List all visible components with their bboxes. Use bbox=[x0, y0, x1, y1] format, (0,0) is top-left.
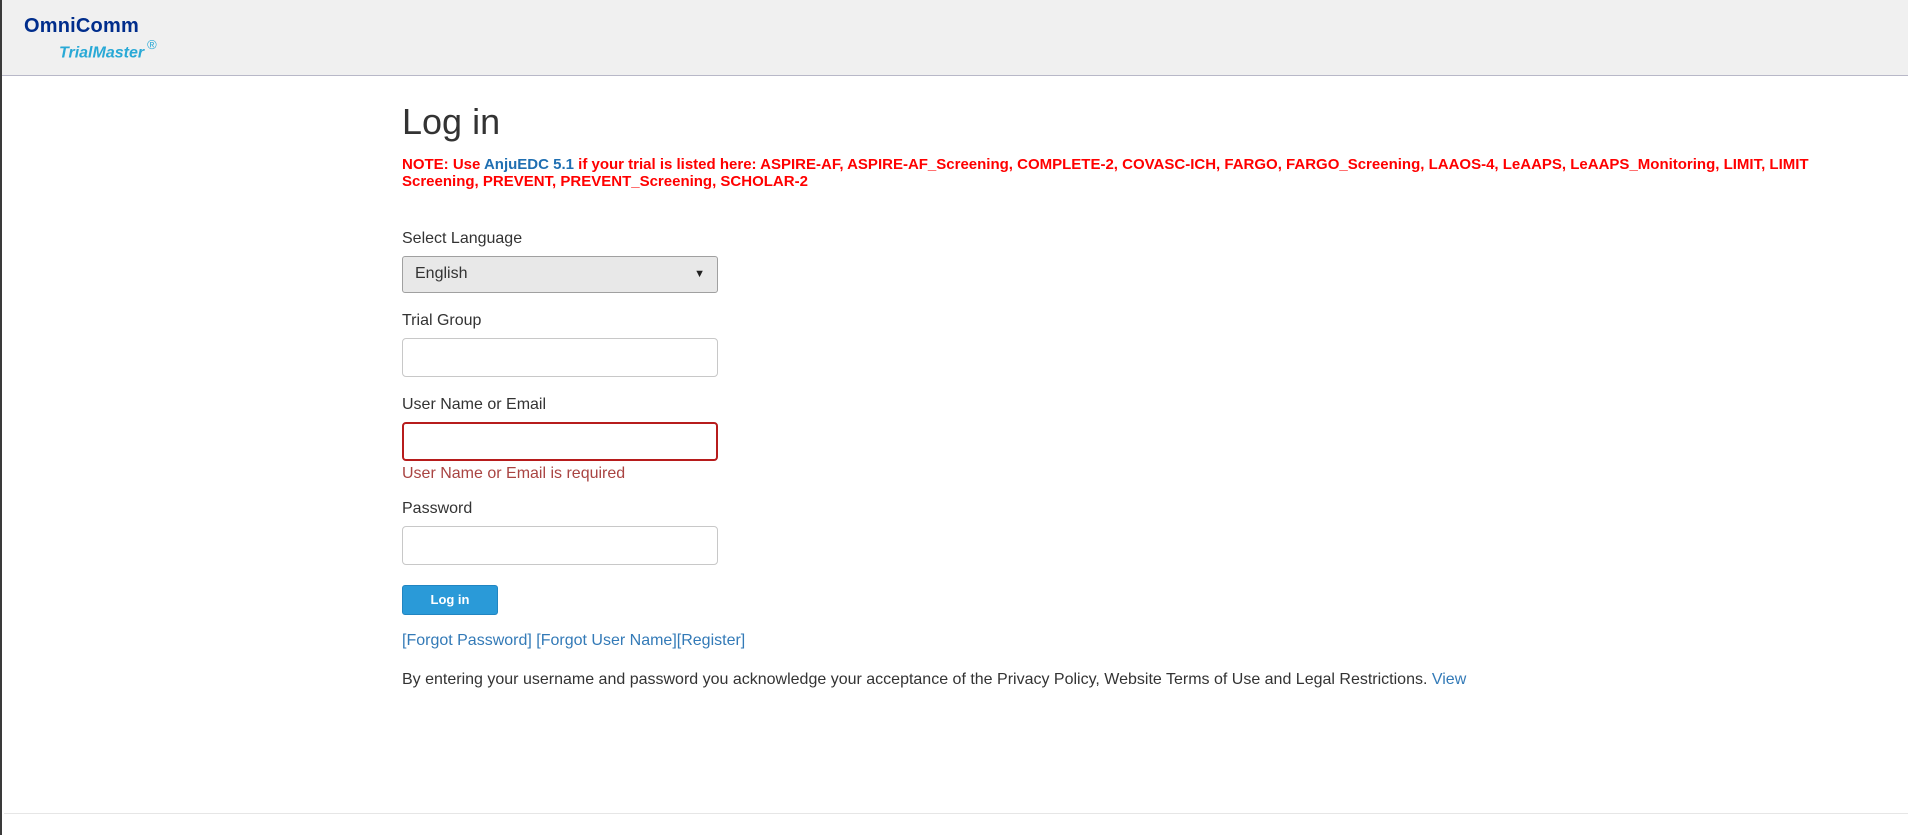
legal-notice: By entering your username and password y… bbox=[402, 671, 1466, 689]
forgot-username-link[interactable]: [Forgot User Name] bbox=[536, 632, 676, 649]
trial-group-field-group: Trial Group bbox=[402, 312, 718, 377]
legal-text: By entering your username and password y… bbox=[402, 671, 1432, 688]
page-title: Log in bbox=[402, 101, 501, 142]
registered-mark: ® bbox=[147, 37, 157, 52]
app-header: OmniComm TrialMaster ® bbox=[2, 0, 1908, 76]
password-input[interactable] bbox=[402, 526, 718, 565]
login-panel: Log in NOTE: Use AnjuEDC 5.1 if your tri… bbox=[402, 100, 1902, 688]
footer-divider bbox=[4, 813, 1908, 814]
trial-notice: NOTE: Use AnjuEDC 5.1 if your trial is l… bbox=[402, 156, 1887, 190]
legal-view-link[interactable]: View bbox=[1432, 671, 1466, 688]
account-links: [Forgot Password] [Forgot User Name][Reg… bbox=[402, 632, 745, 650]
trial-group-label: Trial Group bbox=[402, 312, 482, 329]
trial-notice-prefix: NOTE: Use bbox=[402, 156, 484, 174]
brand-logo-product: TrialMaster ® bbox=[59, 37, 157, 62]
chevron-down-icon: ▼ bbox=[694, 268, 705, 280]
password-label: Password bbox=[402, 500, 473, 517]
password-field-group: Password bbox=[402, 500, 718, 565]
language-select[interactable]: English ▼ bbox=[402, 256, 718, 293]
page-frame: OmniComm TrialMaster ® Log in NOTE: Use A… bbox=[0, 0, 1908, 835]
username-field-group: User Name or Email User Name or Email is… bbox=[402, 396, 718, 483]
username-input[interactable] bbox=[402, 422, 718, 461]
anjuedc-link[interactable]: AnjuEDC 5.1 bbox=[484, 156, 574, 173]
brand-product-text: TrialMaster bbox=[59, 44, 145, 62]
username-label: User Name or Email bbox=[402, 396, 547, 413]
forgot-password-link[interactable]: [Forgot Password] bbox=[402, 632, 532, 649]
trial-notice-list: if your trial is listed here: ASPIRE-AF,… bbox=[402, 156, 1809, 191]
brand-logo-name: OmniComm bbox=[24, 15, 139, 37]
register-link[interactable]: [Register] bbox=[677, 632, 745, 649]
login-button[interactable]: Log in bbox=[402, 585, 498, 615]
language-field-group: Select Language English ▼ bbox=[402, 230, 718, 293]
language-label: Select Language bbox=[402, 230, 523, 247]
language-selected-value: English bbox=[415, 265, 468, 282]
trial-group-input[interactable] bbox=[402, 338, 718, 377]
username-error-message: User Name or Email is required bbox=[402, 465, 626, 482]
